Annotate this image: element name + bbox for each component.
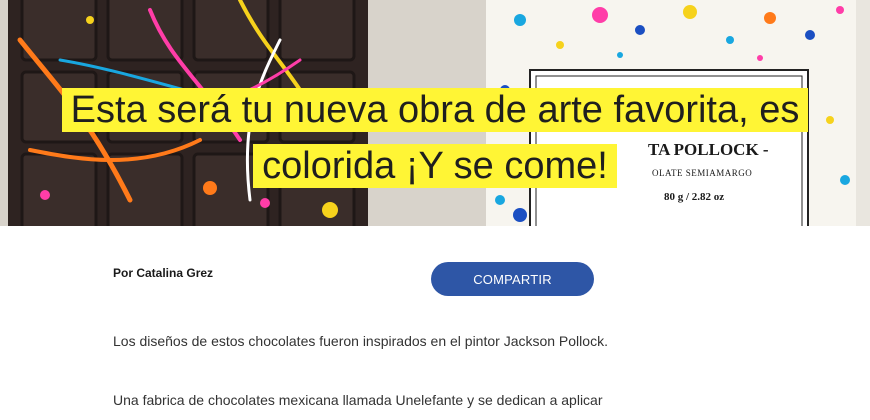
article-paragraph: Una fabrica de chocolates mexicana llama… [113,392,603,408]
share-button[interactable]: COMPARTIR [431,262,594,296]
article-paragraph: Los diseños de estos chocolates fueron i… [113,333,608,349]
author-byline: Por Catalina Grez [113,266,214,280]
article-headline: Esta será tu nueva obra de arte favorita… [0,88,870,200]
headline-line-2: colorida ¡Y se come! [253,144,617,188]
headline-line-1: Esta será tu nueva obra de arte favorita… [61,88,809,132]
